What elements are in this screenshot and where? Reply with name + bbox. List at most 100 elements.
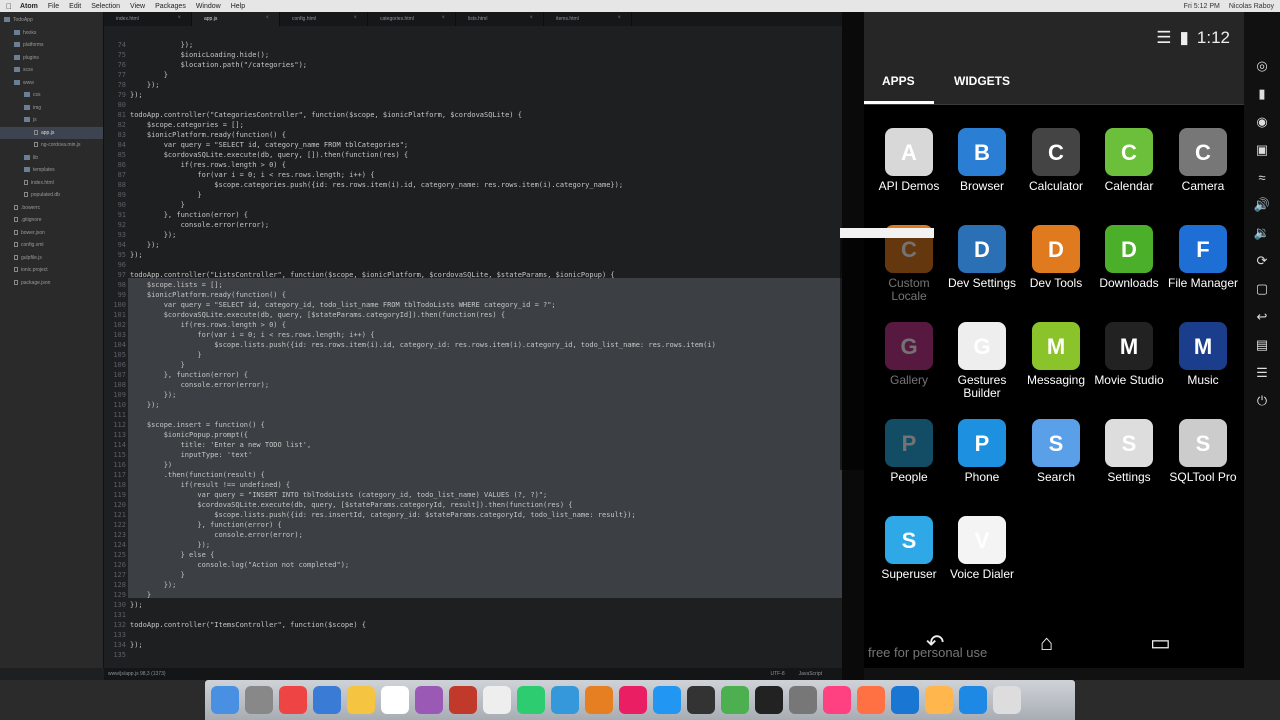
app-store-icon[interactable]: [653, 686, 681, 714]
app-downloads[interactable]: D Downloads: [1092, 225, 1166, 290]
tree-item[interactable]: bower.json: [0, 227, 103, 240]
close-icon[interactable]: ×: [441, 15, 445, 21]
app-messaging[interactable]: M Messaging: [1019, 322, 1093, 387]
close-icon[interactable]: ×: [617, 15, 621, 21]
menu-app-name[interactable]: Atom: [20, 3, 38, 10]
network-icon[interactable]: ≈: [1258, 170, 1265, 185]
tree-item[interactable]: app.js: [0, 126, 103, 139]
editor-tab[interactable]: index.html ×: [104, 12, 192, 26]
tree-item[interactable]: ng-cordova.min.js: [0, 139, 103, 152]
volume-down-icon[interactable]: 🔉: [1254, 225, 1270, 241]
app-gestures-builder[interactable]: G Gestures Builder: [945, 322, 1019, 400]
trash-icon[interactable]: [993, 686, 1021, 714]
status-encoding[interactable]: UTF-8: [770, 671, 784, 677]
launchpad-icon[interactable]: [245, 686, 273, 714]
menu-file[interactable]: File: [48, 3, 59, 10]
app-api-demos[interactable]: A API Demos: [872, 128, 946, 193]
flickr-icon[interactable]: [823, 686, 851, 714]
menu-help[interactable]: Help: [231, 3, 245, 10]
app-music[interactable]: M Music: [1166, 322, 1240, 387]
screenshot-icon[interactable]: ▢: [1256, 281, 1268, 297]
apple-icon[interactable]: : [6, 2, 12, 11]
gps-icon[interactable]: ◎: [1256, 58, 1267, 74]
unity-icon[interactable]: [687, 686, 715, 714]
status-path[interactable]: www/js/app.js 98,3 (1373): [108, 671, 166, 677]
tree-item[interactable]: templates: [0, 164, 103, 177]
terminal-icon[interactable]: [755, 686, 783, 714]
tree-item[interactable]: package.json: [0, 277, 103, 290]
home-icon[interactable]: [925, 686, 953, 714]
menu-control-icon[interactable]: ☰: [1256, 365, 1268, 381]
code-editor[interactable]: }); $ionicLoading.hide(); $location.path…: [128, 26, 842, 668]
bittorrent-icon[interactable]: [721, 686, 749, 714]
calendar-icon[interactable]: [381, 686, 409, 714]
app-settings[interactable]: S Settings: [1092, 419, 1166, 484]
status-grammar[interactable]: JavaScript: [799, 671, 822, 677]
tree-item[interactable]: css: [0, 89, 103, 102]
editor-tab[interactable]: items.html ×: [544, 12, 632, 26]
back-icon[interactable]: ↶: [926, 630, 944, 656]
app-voice-dialer[interactable]: V Voice Dialer: [945, 516, 1019, 581]
system-prefs-icon[interactable]: [789, 686, 817, 714]
app-phone[interactable]: P Phone: [945, 419, 1019, 484]
app-browser[interactable]: B Browser: [945, 128, 1019, 193]
app-calendar[interactable]: C Calendar: [1092, 128, 1166, 193]
tree-item[interactable]: config.xml: [0, 239, 103, 252]
rotate-icon[interactable]: ⟳: [1257, 253, 1268, 269]
itunes-icon[interactable]: [619, 686, 647, 714]
tree-item[interactable]: TodoApp: [0, 14, 103, 27]
tree-item[interactable]: plugins: [0, 52, 103, 65]
close-icon[interactable]: ×: [177, 15, 181, 21]
atom-icon[interactable]: [959, 686, 987, 714]
app-file-manager[interactable]: F File Manager: [1166, 225, 1240, 290]
tab-widgets[interactable]: WIDGETS: [954, 74, 1010, 88]
tree-item[interactable]: .gitignore: [0, 214, 103, 227]
tree-item[interactable]: lib: [0, 152, 103, 165]
tree-item[interactable]: platforms: [0, 39, 103, 52]
finder-icon[interactable]: [211, 686, 239, 714]
tab-apps[interactable]: APPS: [882, 74, 915, 88]
volume-up-icon[interactable]: 🔊: [1254, 197, 1270, 213]
close-icon[interactable]: ×: [265, 15, 269, 21]
app-dev-tools[interactable]: D Dev Tools: [1019, 225, 1093, 290]
tree-item[interactable]: gulpfile.js: [0, 252, 103, 265]
close-icon[interactable]: ×: [529, 15, 533, 21]
recents-icon[interactable]: ▭: [1150, 630, 1171, 656]
app-camera[interactable]: C Camera: [1166, 128, 1240, 193]
tree-item[interactable]: ionic.project: [0, 264, 103, 277]
camera-control-icon[interactable]: ◉: [1256, 114, 1267, 130]
numbers-icon[interactable]: [517, 686, 545, 714]
tree-item[interactable]: js: [0, 114, 103, 127]
tree-item[interactable]: img: [0, 102, 103, 115]
tree-item[interactable]: www: [0, 77, 103, 90]
app-dev-settings[interactable]: D Dev Settings: [945, 225, 1019, 290]
recent-control-icon[interactable]: ▤: [1256, 337, 1268, 353]
tree-item[interactable]: hooks: [0, 27, 103, 40]
keynote-icon[interactable]: [551, 686, 579, 714]
menu-edit[interactable]: Edit: [69, 3, 81, 10]
chrome-icon[interactable]: [279, 686, 307, 714]
pages-icon[interactable]: [585, 686, 613, 714]
app-superuser[interactable]: S Superuser: [872, 516, 946, 581]
app-movie-studio[interactable]: M Movie Studio: [1092, 322, 1166, 387]
menu-window[interactable]: Window: [196, 3, 221, 10]
photo-booth-icon[interactable]: [449, 686, 477, 714]
editor-tab[interactable]: app.js ×: [192, 12, 280, 26]
notes-icon[interactable]: [347, 686, 375, 714]
menu-selection[interactable]: Selection: [91, 3, 120, 10]
back-control-icon[interactable]: ↩: [1257, 309, 1268, 325]
menu-view[interactable]: View: [130, 3, 145, 10]
tree-item[interactable]: populated.db: [0, 189, 103, 202]
battery-control-icon[interactable]: ▮: [1258, 86, 1265, 102]
network-icon[interactable]: [891, 686, 919, 714]
firefox-icon[interactable]: [857, 686, 885, 714]
preview-icon[interactable]: [313, 686, 341, 714]
editor-tab[interactable]: config.html ×: [280, 12, 368, 26]
app-search[interactable]: S Search: [1019, 419, 1093, 484]
tree-item[interactable]: index.html: [0, 177, 103, 190]
menu-packages[interactable]: Packages: [155, 3, 186, 10]
menubar-clock[interactable]: Fri 5:12 PM: [1184, 3, 1220, 10]
tree-item[interactable]: scss: [0, 64, 103, 77]
app-sqltool-pro[interactable]: S SQLTool Pro: [1166, 419, 1240, 484]
editor-tab[interactable]: categories.html ×: [368, 12, 456, 26]
